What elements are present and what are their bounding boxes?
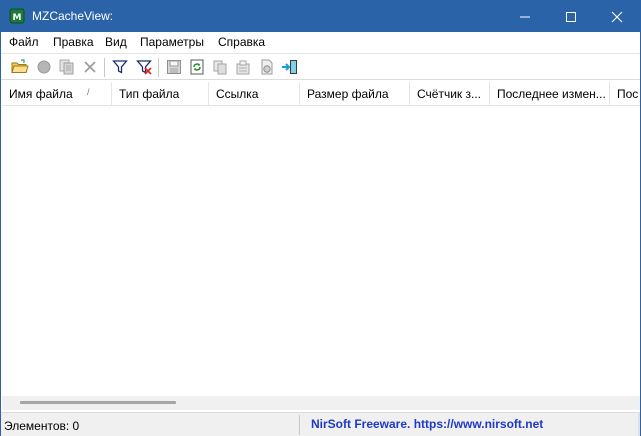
menu-view[interactable]: Вид [105,35,127,49]
save-button[interactable] [164,57,184,77]
list-header: Имя файла / Тип файла Ссылка Размер файл… [2,82,640,106]
status-divider [299,415,300,435]
items-list[interactable] [2,106,640,396]
copy-icon [213,60,227,75]
minimize-button[interactable] [502,1,548,32]
maximize-icon [566,11,576,22]
refresh-icon [190,59,204,75]
filter-off-icon [136,60,152,75]
toolbar-separator [158,58,159,77]
exit-icon [282,60,297,74]
open-folder-button[interactable] [10,57,30,77]
maximize-button[interactable] [548,1,594,32]
title-bar[interactable]: M MZCacheView: [1,1,640,32]
menu-edit[interactable]: Правка [53,35,94,49]
app-window: M MZCacheView: Файл Правка Вид Параметры… [0,0,641,436]
column-header-filename[interactable]: Имя файла / [2,82,112,105]
menu-help[interactable]: Справка [218,35,265,49]
column-header-last-fetched[interactable]: Пос [610,82,640,105]
refresh-button[interactable] [187,57,207,77]
toolbar [1,53,640,80]
close-icon [611,11,623,22]
column-header-last-modified[interactable]: Последнее измен... [490,82,610,105]
scrollbar-thumb[interactable] [20,401,176,404]
filter-button[interactable] [110,57,130,77]
delete-button[interactable] [80,57,100,77]
window-title: MZCacheView: [32,9,114,23]
column-label: Имя файла [9,87,73,101]
copy-records-button[interactable] [57,57,77,77]
column-header-url[interactable]: Ссылка [209,82,300,105]
items-count: Элементов: 0 [4,419,80,433]
close-button[interactable] [594,1,640,32]
stop-button[interactable] [34,57,54,77]
open-folder-icon [11,59,29,73]
app-icon[interactable]: M [9,8,25,24]
column-label: Тип файла [119,87,180,101]
properties-button[interactable] [233,57,253,77]
copy-button[interactable] [210,57,230,77]
filter-off-button[interactable] [134,57,154,77]
sort-indicator-icon: / [87,87,90,97]
minimize-icon [520,16,530,17]
column-header-fetch-count[interactable]: Счётчик з... [410,82,490,105]
save-icon [167,60,181,74]
column-header-filetype[interactable]: Тип файла [112,82,209,105]
menu-bar: Файл Правка Вид Параметры Справка [1,32,640,52]
copy-records-icon [59,59,74,75]
html-report-icon [261,59,273,75]
nirsoft-link[interactable]: NirSoft Freeware. https://www.nirsoft.ne… [311,417,543,431]
menu-options[interactable]: Параметры [140,35,204,49]
column-label: Последнее измен... [497,87,606,101]
properties-icon [236,60,250,75]
column-label: Размер файла [307,87,389,101]
column-label: Ссылка [216,87,259,101]
column-header-filesize[interactable]: Размер файла [300,82,410,105]
html-report-button[interactable] [257,57,277,77]
svg-text:M: M [13,13,22,23]
column-label: Счётчик з... [417,87,481,101]
horizontal-scrollbar[interactable] [2,396,640,410]
status-panel-edge [638,412,640,436]
menu-file[interactable]: Файл [9,35,39,49]
filter-icon [112,60,128,74]
delete-icon [84,61,96,73]
status-bar: Элементов: 0 NirSoft Freeware. https://w… [1,412,640,436]
stop-icon [37,60,51,74]
exit-button[interactable] [280,57,300,77]
column-label: Пос [617,87,639,101]
toolbar-separator [104,58,105,77]
